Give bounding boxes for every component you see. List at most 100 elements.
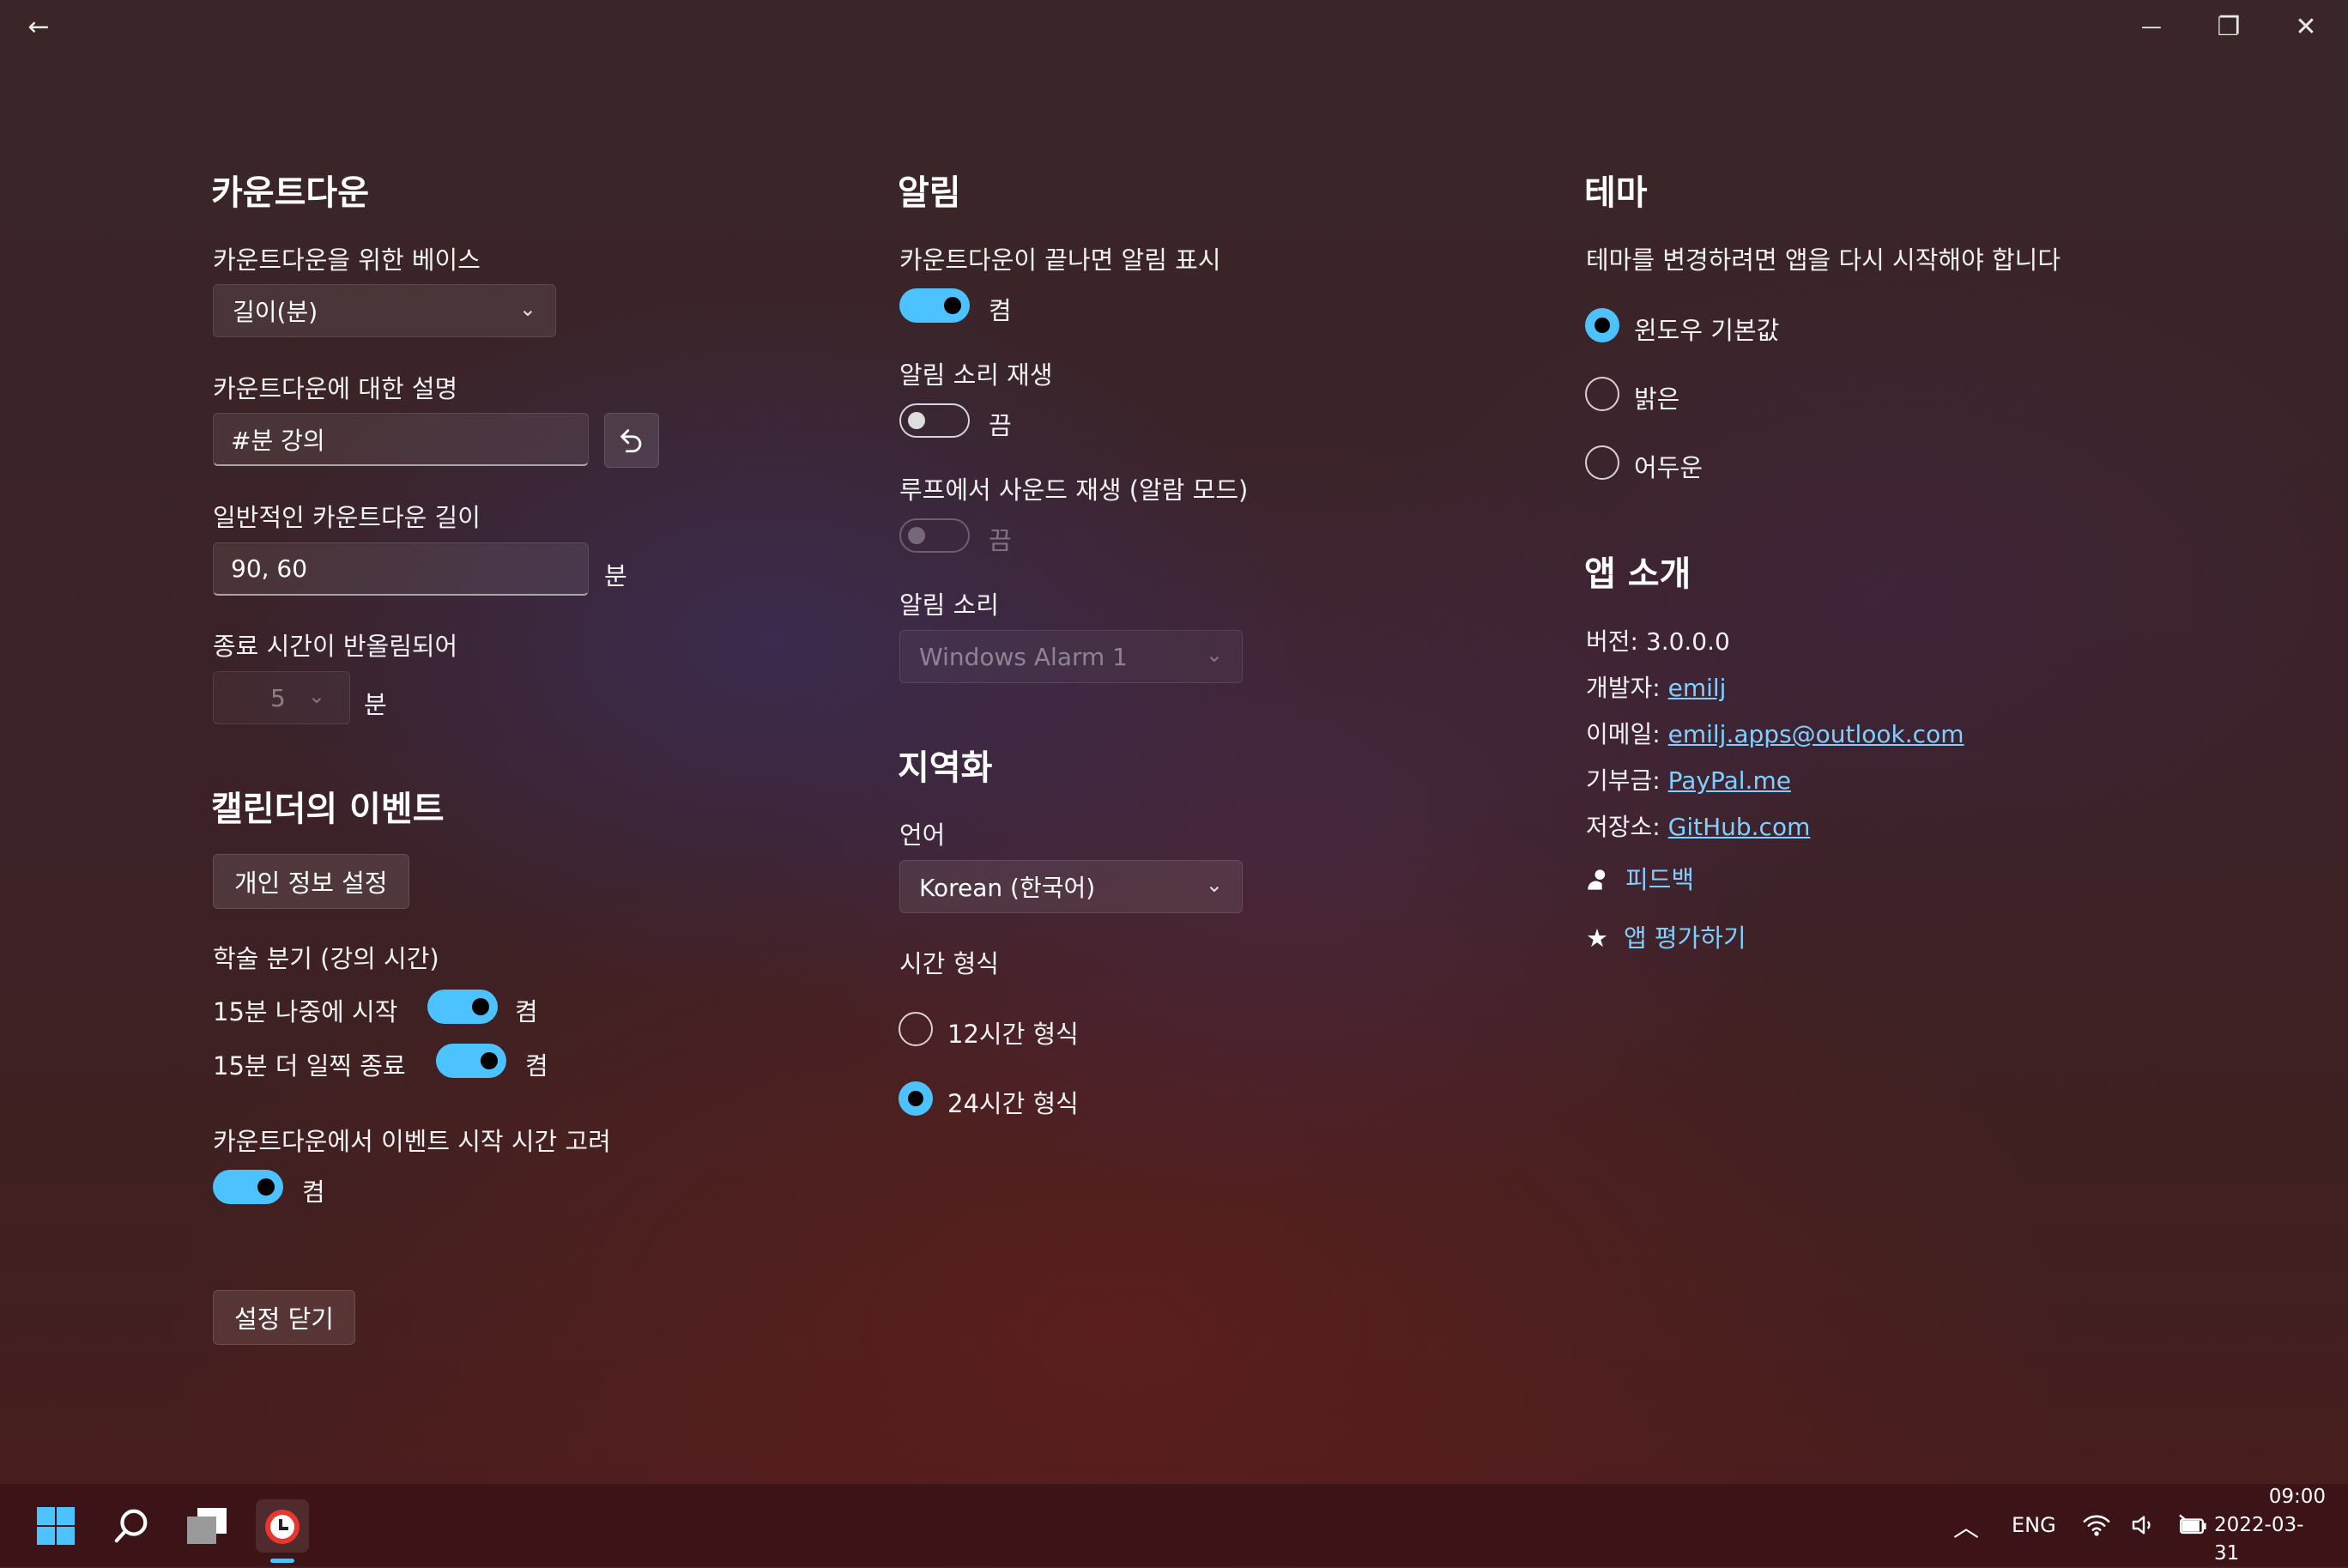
- format-24-radio[interactable]: [899, 1081, 933, 1116]
- repo-link[interactable]: GitHub.com: [1668, 813, 1811, 841]
- developer-row: 개발자: emilj: [1586, 669, 1726, 704]
- round-dropdown[interactable]: 5 ⌄: [213, 671, 350, 724]
- consider-start-toggle[interactable]: [213, 1170, 283, 1204]
- start-later-toggle[interactable]: [427, 990, 498, 1024]
- format-12-label: 12시간 형식: [947, 1020, 1079, 1049]
- input-language[interactable]: ENG: [2012, 1484, 2056, 1566]
- countdown-base-label: 카운트다운을 위한 베이스: [213, 245, 481, 275]
- format-12-radio[interactable]: [899, 1012, 933, 1046]
- back-button[interactable]: ←: [0, 0, 77, 53]
- search-icon: [114, 1509, 148, 1543]
- countdown-desc-input[interactable]: #분 강의: [213, 413, 589, 466]
- calendar-heading: 캘린더의 이벤트: [211, 790, 445, 829]
- countdown-length-input[interactable]: 90, 60: [213, 542, 589, 596]
- countdown-length-unit: 분: [604, 561, 627, 590]
- feedback-link[interactable]: 피드백: [1586, 860, 1694, 896]
- windows-logo-icon: [37, 1507, 75, 1545]
- end-earlier-label: 15분 더 일찍 종료: [213, 1051, 406, 1081]
- end-earlier-state: 켬: [525, 1051, 548, 1081]
- consider-start-label: 카운트다운에서 이벤트 시작 시간 고려: [213, 1127, 611, 1156]
- chevron-down-icon: ⌄: [1205, 873, 1223, 897]
- restore-button[interactable]: ❐: [2190, 0, 2267, 53]
- play-sound-state: 끔: [989, 411, 1012, 440]
- theme-heading: 테마: [1584, 173, 1648, 213]
- countdown-base-value: 길이(분): [233, 298, 318, 326]
- restore-icon: ❐: [2217, 11, 2241, 42]
- repo-label: 저장소:: [1586, 813, 1661, 841]
- round-value: 5: [270, 683, 286, 712]
- timer-app-icon: [265, 1510, 300, 1544]
- rate-link[interactable]: ★ 앱 평가하기: [1586, 918, 1746, 954]
- donate-link[interactable]: PayPal.me: [1668, 766, 1791, 795]
- clock-time: 09:00: [2268, 1485, 2326, 1508]
- show-notification-state: 켬: [989, 296, 1012, 325]
- time-format-label: 시간 형식: [899, 949, 999, 978]
- chevron-down-icon: ⌄: [307, 684, 325, 708]
- reset-desc-button[interactable]: [604, 413, 659, 468]
- show-notification-label: 카운트다운이 끝나면 알림 표시: [899, 245, 1221, 275]
- email-row: 이메일: emilj.apps@outlook.com: [1586, 716, 1964, 750]
- localization-heading: 지역화: [898, 748, 993, 788]
- donate-label: 기부금:: [1586, 766, 1661, 795]
- play-sound-toggle[interactable]: [899, 403, 970, 438]
- about-heading: 앱 소개: [1584, 554, 1691, 594]
- clock-date: 2022-03-31: [2214, 1513, 2304, 1565]
- active-indicator: [270, 1559, 294, 1563]
- language-label: 언어: [899, 820, 946, 850]
- donate-row: 기부금: PayPal.me: [1586, 762, 1791, 796]
- theme-default-label: 윈도우 기본값: [1634, 316, 1780, 345]
- close-settings-button[interactable]: 설정 닫기: [213, 1290, 355, 1345]
- version-row: 버전: 3.0.0.0: [1586, 623, 1730, 657]
- undo-icon: [620, 429, 642, 453]
- tray-overflow-button[interactable]: ︿: [1953, 1484, 1979, 1566]
- start-later-state: 켬: [515, 997, 538, 1026]
- star-icon: ★: [1586, 923, 1608, 953]
- feedback-icon: [1588, 869, 1606, 890]
- version-label: 버전:: [1586, 627, 1638, 656]
- countdown-length-value: 90, 60: [231, 554, 308, 583]
- theme-note: 테마를 변경하려면 앱을 다시 시작해야 합니다: [1586, 245, 2061, 275]
- repo-row: 저장소: GitHub.com: [1586, 808, 1810, 843]
- privacy-settings-button[interactable]: 개인 정보 설정: [213, 854, 409, 909]
- loop-sound-label: 루프에서 사운드 재생 (알람 모드): [899, 475, 1249, 505]
- loop-sound-toggle[interactable]: [899, 518, 970, 553]
- theme-dark-radio[interactable]: [1585, 445, 1619, 480]
- language-dropdown[interactable]: Korean (한국어) ⌄: [899, 860, 1243, 913]
- chevron-up-icon: ︿: [1953, 1513, 1979, 1543]
- back-arrow-icon: ←: [27, 11, 50, 42]
- volume-icon: [2132, 1516, 2151, 1535]
- theme-dark-label: 어두운: [1634, 453, 1704, 482]
- theme-light-radio[interactable]: [1585, 377, 1619, 411]
- sound-choice-dropdown[interactable]: Windows Alarm 1 ⌄: [899, 630, 1243, 683]
- battery-charging-icon: [2179, 1514, 2206, 1535]
- countdown-desc-label: 카운트다운에 대한 설명: [213, 374, 458, 403]
- minimize-button[interactable]: —: [2113, 0, 2190, 53]
- version-value: 3.0.0.0: [1645, 627, 1730, 656]
- wifi-icon: [2083, 1515, 2110, 1536]
- rate-label: 앱 평가하기: [1624, 923, 1746, 953]
- search-button[interactable]: [105, 1499, 158, 1553]
- taskbar: ︿ ENG 09:00 2022-03-31: [0, 1483, 2348, 1566]
- timer-app-button[interactable]: [256, 1499, 309, 1563]
- countdown-heading: 카운트다운: [211, 173, 369, 213]
- developer-link[interactable]: emilj: [1668, 674, 1727, 702]
- task-view-button[interactable]: [180, 1499, 233, 1553]
- theme-default-radio[interactable]: [1585, 308, 1619, 342]
- chevron-down-icon: ⌄: [1205, 643, 1223, 667]
- quick-settings[interactable]: [2082, 1484, 2207, 1566]
- close-button[interactable]: ✕: [2267, 0, 2345, 53]
- sound-choice-label: 알림 소리: [899, 590, 999, 620]
- clock[interactable]: 09:00 2022-03-31: [2214, 1484, 2326, 1566]
- developer-label: 개발자:: [1586, 674, 1661, 702]
- show-notification-toggle[interactable]: [899, 288, 970, 323]
- sound-choice-value: Windows Alarm 1: [919, 642, 1128, 671]
- end-earlier-toggle[interactable]: [436, 1044, 506, 1078]
- countdown-base-dropdown[interactable]: 길이(분) ⌄: [213, 284, 556, 337]
- format-24-label: 24시간 형식: [947, 1089, 1079, 1118]
- task-view-icon: [187, 1508, 227, 1544]
- email-link[interactable]: emilj.apps@outlook.com: [1668, 720, 1964, 748]
- start-later-label: 15분 나중에 시작: [213, 997, 398, 1026]
- academic-label: 학술 분기 (강의 시간): [213, 944, 439, 973]
- start-button[interactable]: [29, 1499, 82, 1553]
- play-sound-label: 알림 소리 재생: [899, 360, 1053, 390]
